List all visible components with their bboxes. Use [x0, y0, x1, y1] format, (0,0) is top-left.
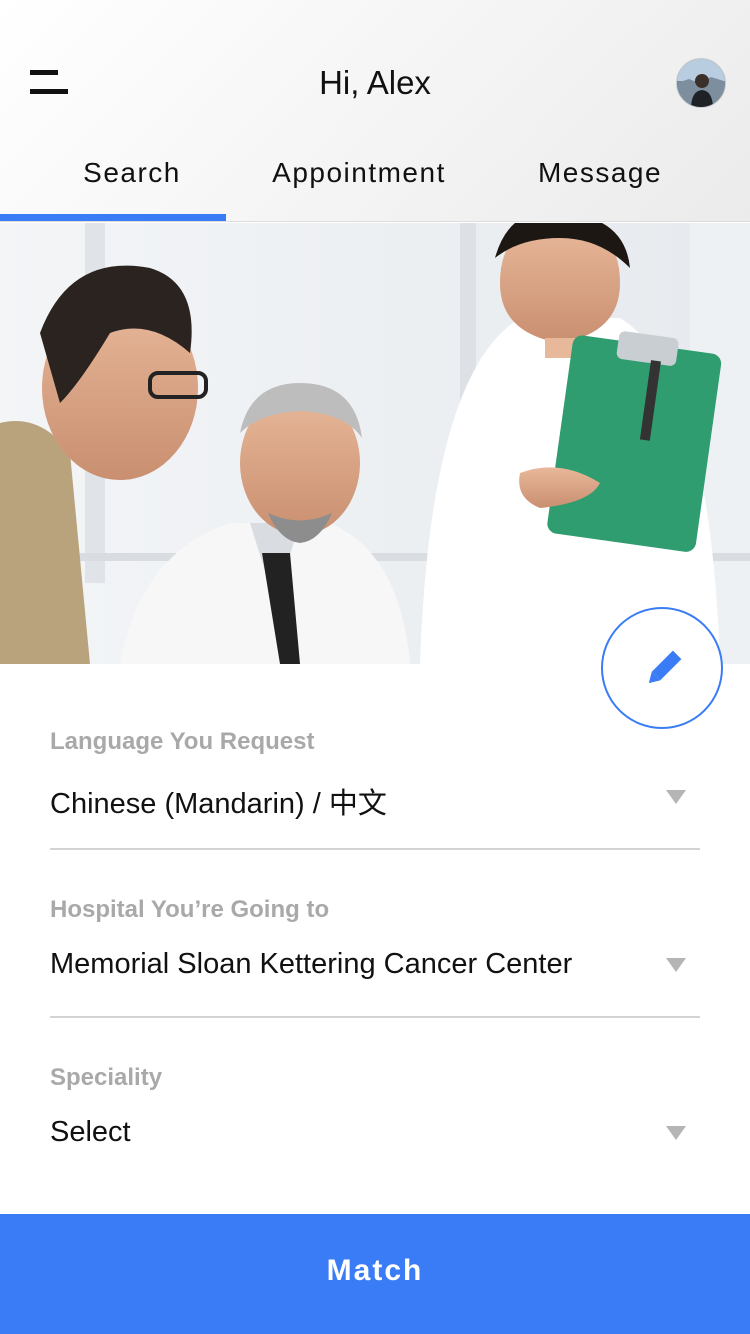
hospital-field: Hospital You’re Going to Memorial Sloan …	[50, 896, 700, 992]
user-avatar[interactable]	[676, 58, 726, 108]
speciality-field: Speciality Select	[50, 1064, 700, 1160]
tab-bar: Search Appointment Message	[0, 150, 750, 222]
dropdown-caret-icon	[666, 790, 686, 804]
hospital-value: Memorial Sloan Kettering Cancer Center	[50, 948, 573, 980]
tab-message[interactable]: Message	[520, 150, 680, 222]
tab-appointment[interactable]: Appointment	[255, 150, 463, 222]
edit-button[interactable]	[601, 607, 723, 729]
doctor-patient-nurse-photo	[0, 223, 750, 664]
speciality-label: Speciality	[50, 1064, 163, 1091]
divider	[50, 1016, 700, 1018]
speciality-select[interactable]: Select	[50, 1112, 700, 1160]
dropdown-caret-icon	[666, 1126, 686, 1140]
hospital-select[interactable]: Memorial Sloan Kettering Cancer Center	[50, 944, 700, 992]
active-tab-indicator	[0, 214, 226, 221]
app-header: Hi, Alex Search Appointment Message	[0, 0, 750, 222]
divider	[50, 848, 700, 850]
hospital-label: Hospital You’re Going to	[50, 896, 330, 923]
language-label: Language You Request	[50, 728, 315, 755]
greeting-title: Hi, Alex	[319, 64, 431, 101]
language-value: Chinese (Mandarin) / 中文	[50, 788, 387, 820]
speciality-value: Select	[50, 1116, 131, 1148]
match-button[interactable]: Match	[0, 1214, 750, 1334]
pencil-icon	[648, 650, 682, 684]
tab-search[interactable]: Search	[37, 150, 227, 222]
dropdown-caret-icon	[666, 958, 686, 972]
language-select[interactable]: Chinese (Mandarin) / 中文	[50, 776, 700, 824]
language-field: Language You Request Chinese (Mandarin) …	[50, 728, 700, 824]
